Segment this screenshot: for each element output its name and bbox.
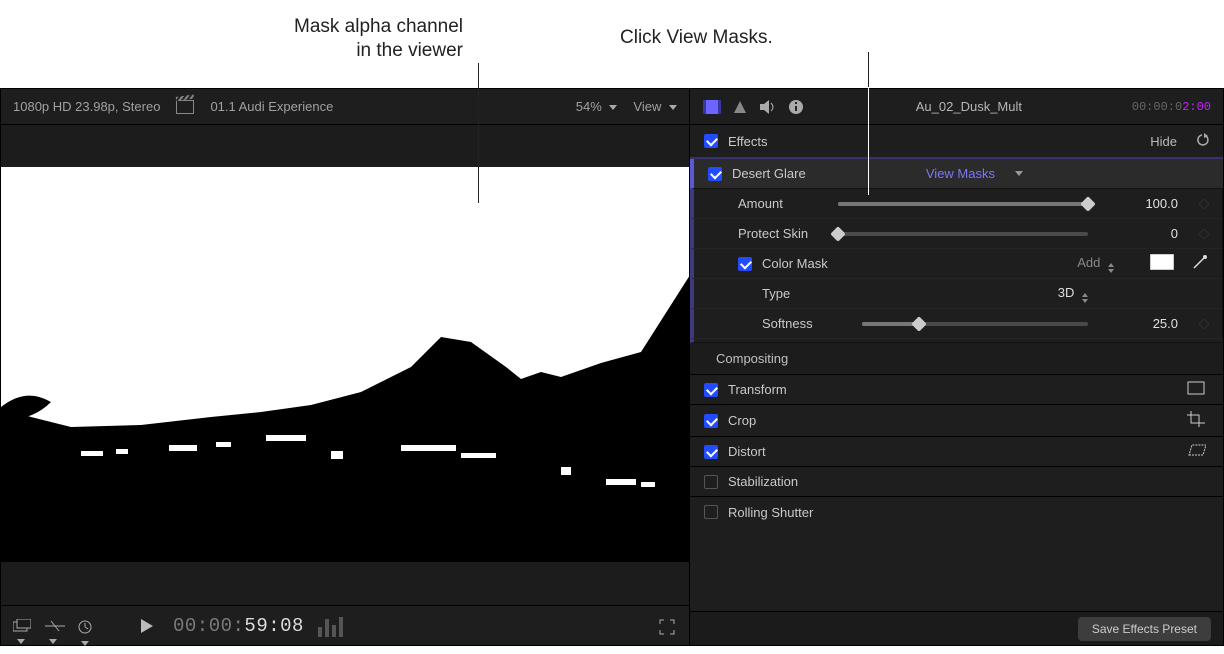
inspector-top-bar: Au_02_Dusk_Mult 00:00:02:00 [690,89,1223,125]
app-window: 1080p HD 23.98p, Stereo 01.1 Audi Experi… [0,88,1224,646]
callout-text: Mask alpha channel [294,16,463,37]
param-label: Type [762,286,852,301]
chevron-down-icon [17,639,25,644]
chevron-down-icon[interactable] [1015,171,1023,176]
viewer-top-bar: 1080p HD 23.98p, Stereo 01.1 Audi Experi… [1,89,689,125]
annotation-callouts: Mask alpha channel in the viewer Click V… [0,0,1224,88]
type-select[interactable]: 3D [1058,285,1088,303]
callout-mask-alpha: Mask alpha channel in the viewer [0,15,463,63]
inspector-body[interactable]: Effects Hide Desert Glare View Masks Amo… [690,125,1223,611]
video-tab-icon[interactable] [702,99,722,115]
eyedropper-icon[interactable] [1192,254,1208,273]
timecode-display[interactable]: 00:00:59:08 [173,615,304,637]
callout-text: in the viewer [356,40,463,61]
add-mask-menu[interactable]: Add [1077,255,1114,273]
distort-checkbox[interactable] [704,445,718,459]
retime-menu-icon[interactable] [77,619,95,633]
color-mask-checkbox[interactable] [738,257,752,271]
effect-desert-glare-header[interactable]: Desert Glare View Masks [690,159,1223,189]
clip-appearance-menu[interactable] [13,619,31,633]
view-masks-label: View Masks [926,166,995,181]
section-stabilization[interactable]: Stabilization [690,467,1223,497]
viewer-canvas[interactable] [1,125,689,605]
stabilization-checkbox[interactable] [704,475,718,489]
param-label: Protect Skin [738,226,828,241]
timecode-prefix: 00:00: [173,615,244,637]
keyframe-icon[interactable] [1198,228,1209,239]
color-tab-icon[interactable] [730,99,750,115]
alpha-matte-image [1,125,689,605]
skimming-icon[interactable] [45,619,63,633]
leader-line [868,52,869,87]
transform-onscreen-icon[interactable] [1183,381,1209,398]
inspector-duration: 00:00:02:00 [1132,100,1211,114]
mask-preview-icon[interactable] [1150,254,1174,273]
protect-slider[interactable] [838,232,1088,236]
clip-title: 01.1 Audi Experience [210,99,333,114]
rolling-shutter-checkbox[interactable] [704,505,718,519]
chevron-down-icon [669,105,677,110]
info-tab-icon[interactable] [786,99,806,115]
chevron-down-icon [49,639,57,644]
param-type: Type 3D [690,279,1223,309]
viewer-pane: 1080p HD 23.98p, Stereo 01.1 Audi Experi… [1,89,690,645]
play-button[interactable] [141,619,159,633]
view-masks-menu[interactable]: View Masks [926,166,995,181]
view-label: View [633,99,661,114]
keyframe-icon[interactable] [1198,318,1209,329]
section-compositing[interactable]: Compositing [690,343,1223,375]
softness-slider[interactable] [862,322,1088,326]
inspector-clip-name: Au_02_Dusk_Mult [814,99,1124,114]
effects-header-row: Effects Hide [690,125,1223,159]
zoom-value: 54% [576,99,602,114]
save-effects-preset-button[interactable]: Save Effects Preset [1078,617,1211,641]
effect-name: Desert Glare [732,166,852,181]
amount-value[interactable]: 100.0 [1114,196,1182,211]
leader-line [478,63,479,203]
timecode-seconds: 59:08 [244,615,304,637]
distort-onscreen-icon[interactable] [1183,443,1209,460]
zoom-menu[interactable]: 54% [576,99,618,114]
section-rolling-shutter[interactable]: Rolling Shutter [690,497,1223,527]
effect-enable-checkbox[interactable] [708,167,722,181]
crop-onscreen-icon[interactable] [1183,411,1209,430]
inspector-pane: Au_02_Dusk_Mult 00:00:02:00 Effects Hide… [690,89,1223,645]
chevron-down-icon [609,105,617,110]
param-protect-skin: Protect Skin 0 [690,219,1223,249]
param-amount: Amount 100.0 [690,189,1223,219]
protect-value[interactable]: 0 [1114,226,1182,241]
reset-effects-icon[interactable] [1195,133,1209,150]
clapperboard-icon [176,100,194,114]
crop-checkbox[interactable] [704,414,718,428]
fullscreen-icon[interactable] [659,619,677,633]
inspector-bottom-bar: Save Effects Preset [690,611,1223,645]
section-crop[interactable]: Crop [690,405,1223,437]
effects-enable-checkbox[interactable] [704,134,718,148]
param-softness: Softness 25.0 [690,309,1223,339]
param-label: Color Mask [762,256,872,271]
audio-meter-icon [318,615,343,637]
callout-text: Click View Masks. [620,27,773,48]
transform-checkbox[interactable] [704,383,718,397]
section-distort[interactable]: Distort [690,437,1223,467]
param-label: Amount [738,196,828,211]
param-color-mask: Color Mask Add [690,249,1223,279]
callout-view-masks: Click View Masks. [620,27,773,49]
view-menu[interactable]: View [633,99,677,114]
amount-slider[interactable] [838,202,1088,206]
section-transform[interactable]: Transform [690,375,1223,405]
keyframe-icon[interactable] [1198,198,1209,209]
hide-effects-button[interactable]: Hide [1150,134,1177,149]
audio-tab-icon[interactable] [758,99,778,115]
param-label: Softness [762,316,852,331]
format-label: 1080p HD 23.98p, Stereo [13,99,160,114]
effects-label: Effects [728,134,1140,149]
viewer-bottom-bar: 00:00:59:08 [1,605,689,645]
softness-value[interactable]: 25.0 [1114,316,1182,331]
